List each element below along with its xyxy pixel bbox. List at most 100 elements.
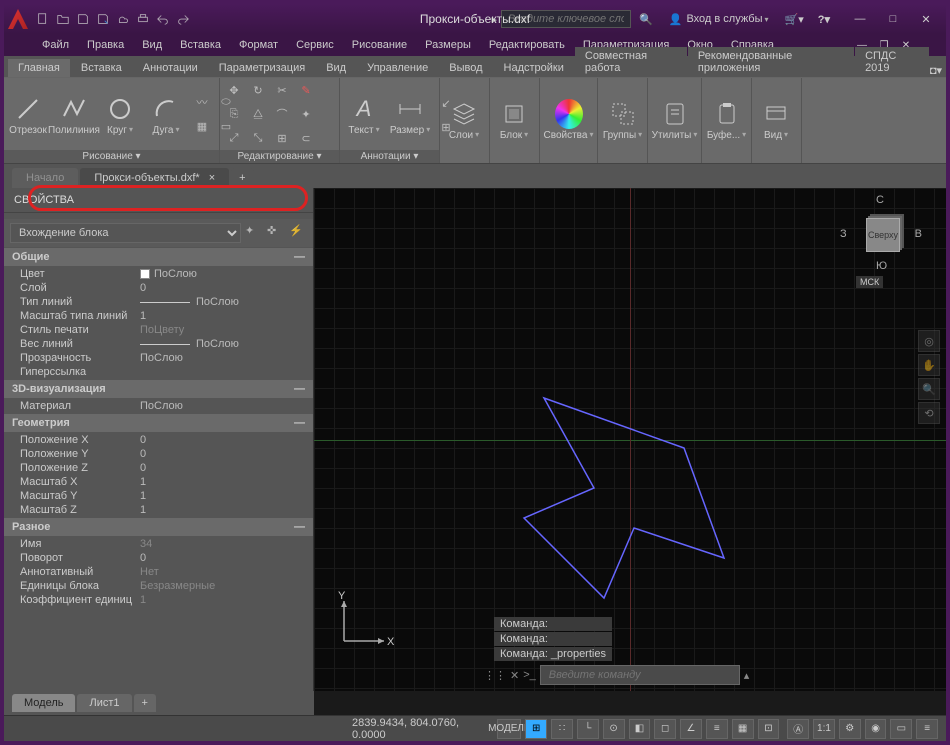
- property-row[interactable]: Масштаб Y1: [4, 489, 313, 503]
- property-row[interactable]: Гиперссылка: [4, 365, 313, 379]
- property-row[interactable]: Имя34: [4, 537, 313, 551]
- property-row[interactable]: Вес линийПоСлою: [4, 337, 313, 351]
- tab-close-icon[interactable]: ×: [209, 172, 215, 184]
- property-value[interactable]: 1: [134, 504, 313, 516]
- status-qp-icon[interactable]: ⊡: [758, 719, 780, 739]
- status-custom-icon[interactable]: ≡: [916, 719, 938, 739]
- mirror-icon[interactable]: ⧋: [248, 104, 268, 124]
- trim-icon[interactable]: ✂: [272, 80, 292, 100]
- status-ortho-icon[interactable]: └: [577, 719, 599, 739]
- ribbon-tab-apps[interactable]: Рекомендованные приложения: [688, 47, 854, 77]
- section-misc[interactable]: Разное—: [4, 517, 313, 537]
- status-annoscale-icon[interactable]: Ⓐ: [787, 719, 809, 739]
- property-row[interactable]: ЦветПоСлою: [4, 267, 313, 281]
- panel-annot-label[interactable]: Аннотации ▾: [340, 150, 439, 163]
- property-value[interactable]: 0: [134, 434, 313, 446]
- exchange-icon[interactable]: 🛒▾: [781, 13, 808, 26]
- line-button[interactable]: Отрезок: [8, 93, 48, 138]
- property-row[interactable]: Стиль печатиПоЦвету: [4, 323, 313, 337]
- toggle-pickadd-icon[interactable]: ✦: [245, 224, 263, 242]
- property-row[interactable]: Поворот0: [4, 551, 313, 565]
- property-row[interactable]: Положение Y0: [4, 447, 313, 461]
- status-iso-icon[interactable]: ◧: [629, 719, 651, 739]
- erase-icon[interactable]: ✎: [296, 80, 316, 100]
- layout-tab-add[interactable]: +: [134, 694, 156, 712]
- ribbon-tab-home[interactable]: Главная: [8, 59, 70, 77]
- ribbon-tab-view[interactable]: Вид: [316, 59, 356, 77]
- status-model-button[interactable]: МОДЕЛЬ: [497, 719, 521, 739]
- menu-dims[interactable]: Размеры: [417, 37, 479, 53]
- utilities-button[interactable]: Утилиты: [652, 98, 697, 143]
- property-row[interactable]: Положение Z0: [4, 461, 313, 475]
- property-value[interactable]: ПоСлою: [134, 268, 313, 280]
- drawing-canvas[interactable]: X Y С Ю В З Сверху МСК ◎ ✋ 🔍 ⟲ Команда: …: [314, 188, 946, 691]
- menu-view[interactable]: Вид: [134, 37, 170, 53]
- property-value[interactable]: 0: [134, 552, 313, 564]
- status-transp-icon[interactable]: ▦: [732, 719, 754, 739]
- status-ws-icon[interactable]: ⚙: [839, 719, 861, 739]
- menu-service[interactable]: Сервис: [288, 37, 342, 53]
- nav-pan-icon[interactable]: ✋: [918, 354, 940, 376]
- property-value[interactable]: 1: [134, 490, 313, 502]
- property-row[interactable]: ПрозрачностьПоСлою: [4, 351, 313, 365]
- property-value[interactable]: ПоСлою: [134, 338, 313, 350]
- status-lwt-icon[interactable]: ≡: [706, 719, 728, 739]
- property-value[interactable]: 1: [134, 594, 313, 606]
- select-objects-icon[interactable]: ✜: [267, 224, 285, 242]
- property-value[interactable]: ПоСлою: [134, 296, 313, 308]
- status-grid-icon[interactable]: ⊞: [525, 719, 547, 739]
- property-row[interactable]: Масштаб X1: [4, 475, 313, 489]
- arc-button[interactable]: Дуга: [146, 93, 186, 138]
- nav-orbit-icon[interactable]: ⟲: [918, 402, 940, 424]
- circle-button[interactable]: Круг: [100, 93, 140, 138]
- object-type-select[interactable]: Вхождение блока: [10, 223, 241, 243]
- ribbon-tab-manage[interactable]: Управление: [357, 59, 438, 77]
- fillet-icon[interactable]: ⌒: [272, 104, 292, 124]
- array-icon[interactable]: ⊞: [272, 128, 292, 148]
- property-row[interactable]: Единицы блокаБезразмерные: [4, 579, 313, 593]
- tab-add-button[interactable]: +: [231, 168, 253, 188]
- property-value[interactable]: 0: [134, 462, 313, 474]
- property-value[interactable]: 0: [134, 448, 313, 460]
- nav-zoom-icon[interactable]: 🔍: [918, 378, 940, 400]
- status-osnap-icon[interactable]: ◻: [654, 719, 676, 739]
- move-icon[interactable]: ✥: [224, 80, 244, 100]
- layers-button[interactable]: Слои: [444, 98, 484, 143]
- property-row[interactable]: Масштаб типа линий1: [4, 309, 313, 323]
- command-input[interactable]: [540, 665, 740, 685]
- selected-block-shape[interactable]: [484, 388, 744, 618]
- property-row[interactable]: Тип линийПоСлою: [4, 295, 313, 309]
- property-row[interactable]: Положение X0: [4, 433, 313, 447]
- menu-modify[interactable]: Редактировать: [481, 37, 573, 53]
- property-value[interactable]: 1: [134, 476, 313, 488]
- property-value[interactable]: ПоЦвету: [134, 324, 313, 336]
- qat-saveas-icon[interactable]: [94, 10, 112, 28]
- qat-cloud-icon[interactable]: [114, 10, 132, 28]
- ribbon-tab-annot[interactable]: Аннотации: [133, 59, 208, 77]
- property-row[interactable]: МатериалПоСлою: [4, 399, 313, 413]
- qat-open-icon[interactable]: [54, 10, 72, 28]
- section-general[interactable]: Общие—: [4, 247, 313, 267]
- ucs-icon[interactable]: X Y: [334, 591, 394, 651]
- offset-icon[interactable]: ⊂: [296, 128, 316, 148]
- viewcube[interactable]: С Ю В З Сверху МСК: [846, 198, 916, 268]
- cmd-close-icon[interactable]: ✕: [510, 669, 519, 682]
- explode-icon[interactable]: ✦: [296, 104, 316, 124]
- ribbon-tab-collab[interactable]: Совместная работа: [575, 47, 687, 77]
- properties-button[interactable]: Свойства: [544, 98, 593, 143]
- status-otrack-icon[interactable]: ∠: [680, 719, 702, 739]
- property-value[interactable]: 34: [134, 538, 313, 550]
- hatch-icon[interactable]: ▦: [192, 116, 212, 136]
- dim-button[interactable]: Размер: [390, 93, 430, 138]
- ribbon-focus-icon[interactable]: ◘▾: [930, 64, 942, 77]
- tab-active-doc[interactable]: Прокси-объекты.dxf* ×: [80, 168, 229, 188]
- status-polar-icon[interactable]: ⊙: [603, 719, 625, 739]
- property-row[interactable]: АннотативныйНет: [4, 565, 313, 579]
- qat-save-icon[interactable]: [74, 10, 92, 28]
- block-button[interactable]: Блок: [494, 98, 534, 143]
- app-logo[interactable]: [8, 9, 28, 29]
- section-3d[interactable]: 3D-визуализация—: [4, 379, 313, 399]
- status-snap-icon[interactable]: ∷: [551, 719, 573, 739]
- qat-redo-icon[interactable]: [174, 10, 192, 28]
- property-value[interactable]: Нет: [134, 566, 313, 578]
